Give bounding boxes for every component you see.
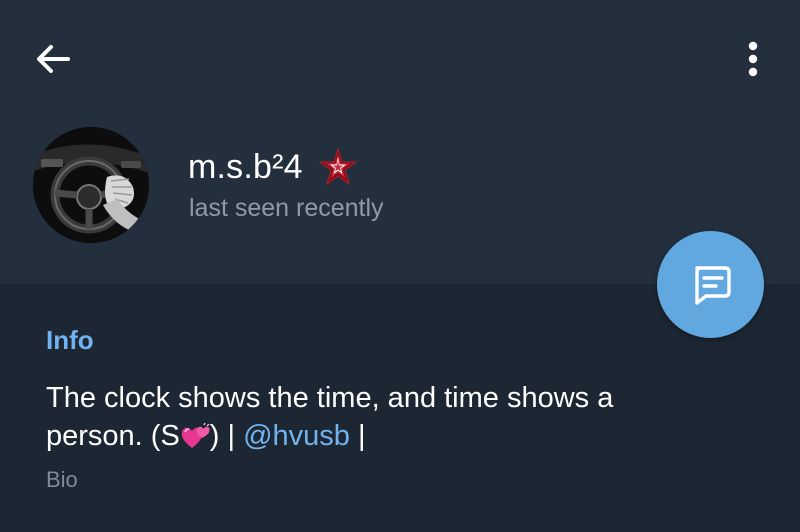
bio-line-2-separator: ) | (209, 420, 244, 452)
bio-text[interactable]: The clock shows the time, and time shows… (46, 379, 706, 455)
bio-username-link[interactable]: @hvusb (243, 420, 350, 452)
more-options-button[interactable] (730, 34, 776, 84)
bio-line-2-prefix: person. (S (46, 420, 180, 452)
arrow-left-icon (37, 45, 70, 73)
profile-name: m.s.b²4 (188, 148, 303, 186)
more-vertical-icon (748, 41, 758, 77)
last-seen-status: last seen recently (189, 194, 384, 222)
info-section-title: Info (46, 325, 94, 355)
profile-screen: m.s.b²4 last seen recently Info The cloc… (0, 0, 800, 532)
avatar[interactable] (33, 127, 149, 243)
bio-label: Bio (46, 467, 78, 492)
send-message-button[interactable] (657, 231, 764, 338)
two-hearts-emoji-icon (180, 422, 210, 450)
avatar-steering-wheel-image (33, 127, 149, 243)
red-star-icon (318, 148, 357, 186)
bio-line-2-end: | (349, 420, 366, 452)
profile-name-row: m.s.b²4 (188, 146, 357, 188)
back-button[interactable] (28, 36, 78, 82)
message-icon (694, 265, 731, 305)
bio-line-1: The clock shows the time, and time shows… (46, 382, 614, 414)
